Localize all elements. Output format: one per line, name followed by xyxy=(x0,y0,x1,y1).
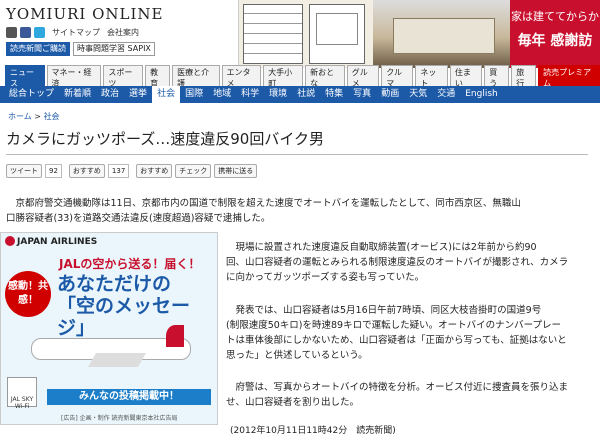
p4-line-1: 府警は、写真からオートバイの特徴を分析。オービス付近に捜査員を張り込ま xyxy=(226,382,569,393)
article-paragraph-4: 府警は、写真からオートバイの特徴を分析。オービス付近に捜査員を張り込ま せ、山口… xyxy=(226,380,598,410)
jal-headline-2: 「空のメッセージ」 xyxy=(57,295,191,339)
check-button[interactable]: チェック xyxy=(175,164,212,178)
category-nav-item[interactable]: 科学 xyxy=(236,86,264,103)
category-nav-item[interactable]: 動画 xyxy=(376,86,404,103)
p3-line-3: トは車体後部にしかないため、山口容疑者は「正面から写っても、証拠はないと xyxy=(226,335,567,346)
category-nav-item[interactable]: 総合トップ xyxy=(4,86,59,103)
jal-crane-icon xyxy=(5,236,15,246)
sapix-button[interactable]: 時事問題学習 SAPIX xyxy=(73,42,155,56)
breadcrumb-separator: > xyxy=(31,112,44,121)
article-title: カメラにガッツポーズ…速度違反90回バイク男 xyxy=(6,128,588,155)
category-nav-item[interactable]: 特集 xyxy=(320,86,348,103)
category-nav: 総合トップ 新着順 政治 選挙 社会 国際 地域 科学 環境 社説 特集 写真 動画 天気 交通 Englis… xyxy=(0,86,600,103)
breadcrumb-home[interactable]: ホーム xyxy=(8,112,32,121)
category-nav-item[interactable]: 選挙 xyxy=(124,86,152,103)
category-nav-item[interactable]: 写真 xyxy=(348,86,376,103)
p3-line-1: 発表では、山口容疑者は5月16日午前7時頃、同区大枝沓掛町の国道9号 xyxy=(226,305,542,316)
p2-line-2: 回、山口容疑者の運転とみられる制限速度違反のオートバイが撮影され、カメラ xyxy=(226,257,569,268)
banner-ad-text: 家は建ててからか 毎年 感謝訪 xyxy=(510,0,600,68)
p1-line-2: 口勝容疑者(33)を道路交通法違反(速度超過)容疑で逮捕した。 xyxy=(6,213,271,224)
p3-line-2: (制限速度50キロ)を時速89キロで運転した疑い。オートバイのナンバープレー xyxy=(226,320,562,331)
p1-line-1: 京都府警交通機動隊は11日、京都市内の国道で制限を超えた速度でオートバイを運転し… xyxy=(6,198,521,209)
article-paragraph-2: 現場に設置された速度違反自動取締装置(オービス)には2年前から約90 回、山口容… xyxy=(226,240,598,285)
header-links: サイトマップ 会社案内 xyxy=(6,27,139,38)
wifi-icon: JAL SKY Wi-Fi xyxy=(7,377,37,410)
p2-line-3: に向かってガッツポーズする姿も写っていた。 xyxy=(226,272,425,283)
sitemap-link[interactable]: サイトマップ xyxy=(52,27,100,38)
breadcrumb-current[interactable]: 社会 xyxy=(44,112,60,121)
send-to-mobile-button[interactable]: 携帯に送る xyxy=(214,164,258,178)
article-paragraph-3: 発表では、山口容疑者は5月16日午前7時頃、同区大枝沓掛町の国道9号 (制限速度… xyxy=(226,303,598,363)
category-nav-item[interactable]: 天気 xyxy=(404,86,432,103)
home-icon[interactable] xyxy=(6,27,17,38)
tweet-button[interactable]: ツイート xyxy=(6,164,42,178)
category-nav-item[interactable]: 環境 xyxy=(264,86,292,103)
jal-cta-button[interactable]: みんなの投稿掲載中！ xyxy=(47,389,211,405)
subscribe-button[interactable]: 読売新聞ご購読 xyxy=(6,42,70,56)
jal-brand: JAPAN AIRLINES xyxy=(17,237,98,247)
breadcrumb: ホーム > 社会 xyxy=(8,111,60,122)
facebook-like-button[interactable]: おすすめ xyxy=(68,164,105,178)
category-nav-item[interactable]: English xyxy=(460,86,503,103)
company-link[interactable]: 会社案内 xyxy=(107,27,139,38)
header-buttons: 読売新聞ご購読 時事問題学習 SAPIX xyxy=(6,42,155,56)
site-logo[interactable]: YOMIURI ONLINE xyxy=(6,5,164,23)
tweet-count: 92 xyxy=(45,164,62,178)
article-date: (2012年10月11日11時42分 読売新聞) xyxy=(230,426,396,436)
jal-ad[interactable]: JAPAN AIRLINES 感動！共感！ JALの空から送る！届く！ あなただ… xyxy=(0,232,218,425)
jal-headline: あなただけの 「空のメッセージ」 xyxy=(57,273,217,339)
category-nav-item[interactable]: 社会 xyxy=(152,86,181,103)
primary-nav: ニュース マネー・経済 スポーツ 教育 医療と介護 エンタメ 大手小町 新おとな グルメ クルマネ… xyxy=(0,65,600,91)
banner-line-2: 毎年 感謝訪 xyxy=(517,33,593,49)
twitter-icon[interactable] xyxy=(34,27,45,38)
p3-line-4: 思った」と供述しているという。 xyxy=(226,350,368,361)
share-bar: ツイート 92 おすすめ 137 おすすめ チェック 携帯に送る xyxy=(6,164,258,178)
like-count: 137 xyxy=(107,164,130,178)
category-nav-item[interactable]: 地域 xyxy=(208,86,236,103)
airplane-tail-icon xyxy=(166,325,184,347)
jal-subtitle: JALの空から送る！届く！ xyxy=(59,257,201,271)
jal-ad-footer: [広告] 企画・制作 読売新聞東京本社広告局 xyxy=(61,415,178,422)
category-nav-item[interactable]: 新着順 xyxy=(59,86,96,103)
house-image xyxy=(373,0,513,68)
mixi-button[interactable]: おすすめ xyxy=(136,164,173,178)
jal-badge: 感動！共感！ xyxy=(5,271,51,317)
floorplan-image-2 xyxy=(309,4,365,64)
category-nav-item[interactable]: 社説 xyxy=(292,86,320,103)
p4-line-2: せ、山口容疑者を割り出した。 xyxy=(226,397,360,408)
top-banner-ad[interactable]: 家は建ててからか 毎年 感謝訪 xyxy=(238,0,600,68)
jal-headline-1: あなただけの xyxy=(57,273,172,295)
floorplan-image xyxy=(243,4,303,64)
category-nav-item[interactable]: 交通 xyxy=(432,86,460,103)
p2-line-1: 現場に設置された速度違反自動取締装置(オービス)には2年前から約90 xyxy=(226,242,537,253)
category-nav-item[interactable]: 国際 xyxy=(180,86,208,103)
category-nav-item[interactable]: 政治 xyxy=(96,86,124,103)
facebook-icon[interactable] xyxy=(20,27,31,38)
banner-line-1: 家は建ててからか xyxy=(511,10,599,23)
site-header: YOMIURI ONLINE サイトマップ 会社案内 読売新聞ご購読 時事問題学… xyxy=(0,0,600,68)
article-paragraph-1: 京都府警交通機動隊は11日、京都市内の国道で制限を超えた速度でオートバイを運転し… xyxy=(6,196,596,226)
